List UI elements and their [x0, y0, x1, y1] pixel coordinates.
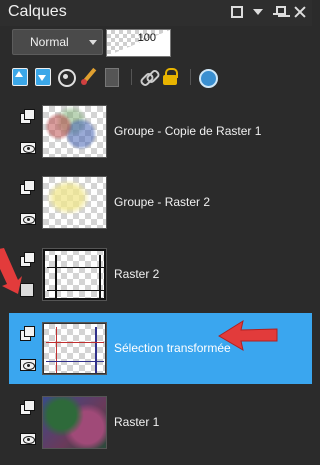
layer-icons	[16, 313, 44, 384]
layer-icons	[16, 167, 44, 238]
toolbar-separator	[131, 69, 132, 85]
layer-row[interactable]: Raster 1	[9, 387, 312, 458]
link-icon[interactable]	[138, 67, 158, 87]
visibility-icon[interactable]	[56, 67, 76, 87]
layers-list: Groupe - Copie de Raster 1 Groupe - Rast…	[9, 92, 312, 465]
layer-thumbnail	[42, 248, 107, 301]
layer-row[interactable]: Groupe - Raster 2	[9, 167, 312, 238]
annotation-arrow-icon	[218, 319, 278, 352]
layer-row[interactable]: Groupe - Copie de Raster 1	[9, 96, 312, 167]
close-icon[interactable]	[294, 6, 306, 18]
layer-options-icon[interactable]	[197, 67, 218, 88]
pin-icon[interactable]	[273, 6, 286, 18]
opacity-value: 100	[137, 32, 156, 44]
raster-icon	[20, 400, 35, 415]
dropdown-icon[interactable]	[252, 6, 264, 18]
annotation-arrow-icon	[0, 248, 22, 294]
mask-icon[interactable]	[102, 67, 122, 87]
titlebar-icons	[231, 6, 306, 18]
layer-thumbnail	[42, 396, 107, 449]
chevron-down-icon	[89, 40, 97, 45]
layer-name: Raster 2	[114, 267, 160, 281]
layer-name: Sélection transformée	[114, 341, 231, 355]
eye-icon[interactable]	[20, 213, 36, 225]
group-icon	[20, 180, 35, 195]
lock-icon[interactable]	[161, 67, 181, 87]
blend-mode-select[interactable]: Normal	[12, 29, 103, 55]
panel-title: Calques	[8, 3, 67, 20]
panel-titlebar: Calques	[0, 0, 312, 26]
layers-toolbar	[10, 66, 220, 88]
layer-name: Groupe - Copie de Raster 1	[114, 124, 262, 138]
raster-icon	[20, 252, 35, 267]
layer-name: Groupe - Raster 2	[114, 195, 211, 209]
blend-mode-value: Normal	[30, 35, 69, 49]
layer-thumbnail	[42, 105, 107, 158]
layer-name: Raster 1	[114, 415, 160, 429]
eye-icon[interactable]	[20, 433, 36, 445]
edit-icon[interactable]	[79, 67, 99, 87]
toolbar-separator	[190, 69, 191, 85]
layer-row[interactable]: Raster 2	[9, 239, 312, 310]
raster-icon	[20, 326, 35, 341]
group-icon	[20, 109, 35, 124]
opacity-field[interactable]: 100	[106, 29, 171, 57]
layer-thumbnail	[42, 176, 107, 229]
layer-thumbnail	[42, 322, 107, 375]
move-layer-up-icon[interactable]	[10, 67, 30, 87]
eye-icon[interactable]	[20, 142, 36, 154]
hidden-icon[interactable]	[20, 283, 34, 297]
move-layer-down-icon[interactable]	[33, 67, 53, 87]
eye-icon[interactable]	[20, 359, 36, 371]
layer-icons	[16, 96, 44, 167]
layer-icons	[16, 387, 44, 458]
restore-icon[interactable]	[231, 6, 243, 18]
